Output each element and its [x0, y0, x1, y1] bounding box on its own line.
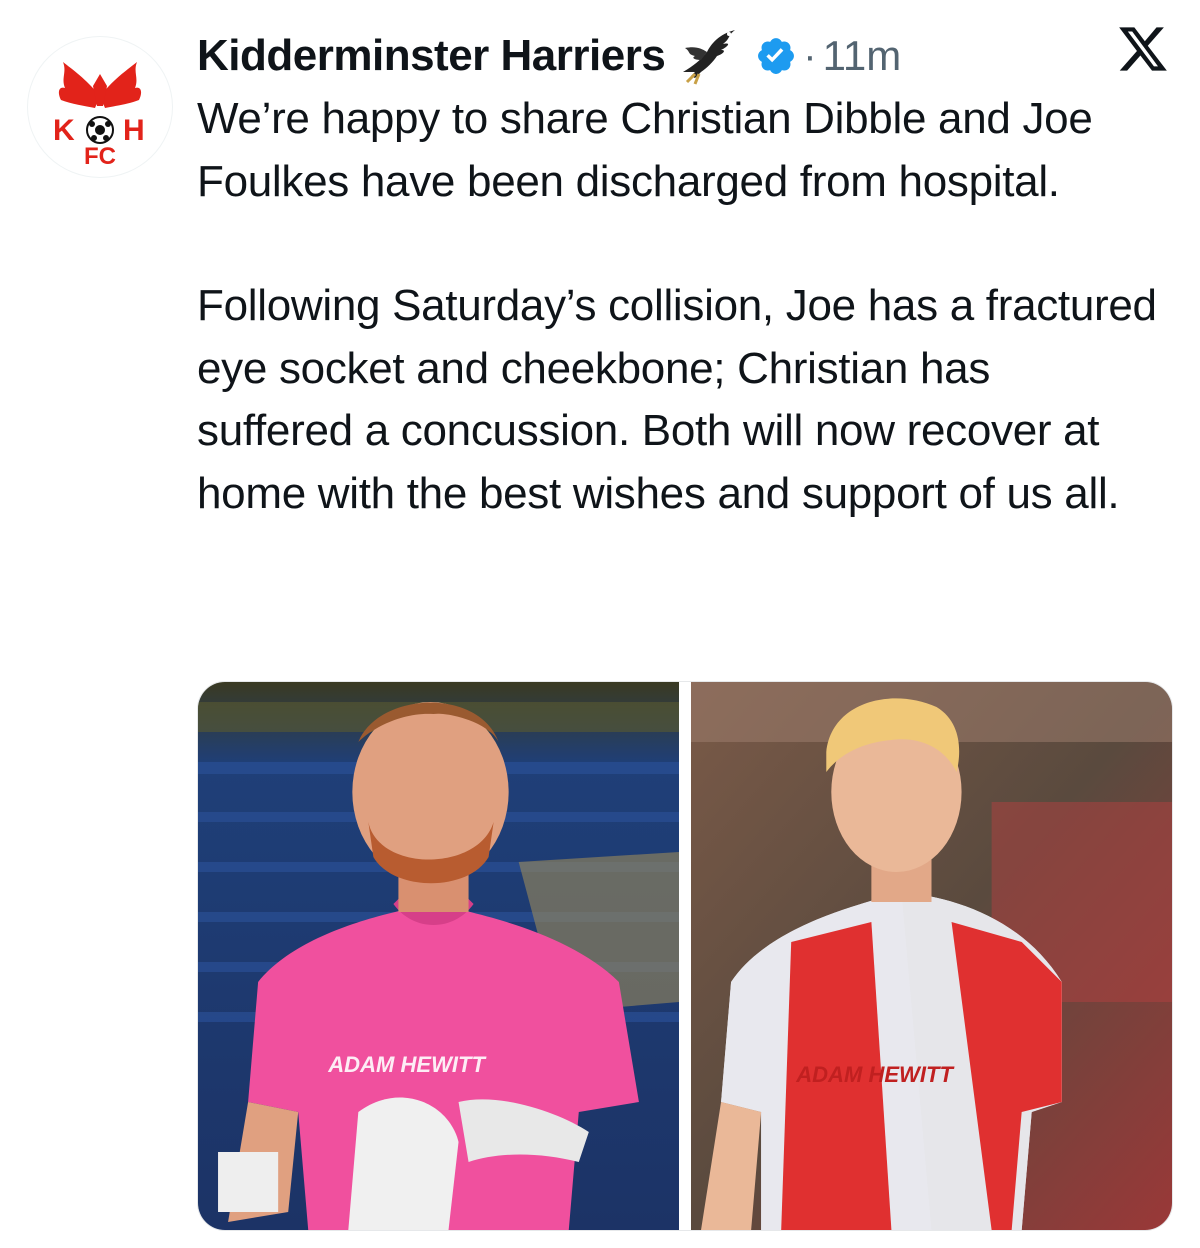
tweet-paragraph: We’re happy to share Christian Dibble an… — [197, 94, 1093, 206]
shirt-sponsor-text: ADAM HEWITT — [327, 1052, 486, 1077]
shirt-sponsor-text: ADAM HEWITT — [795, 1062, 954, 1087]
display-name[interactable]: Kidderminster Harriers — [197, 31, 666, 81]
x-logo-icon[interactable] — [1116, 22, 1170, 76]
tweet-header: Kidderminster Harriers · 11m — [197, 26, 1170, 86]
crest-fc: FC — [84, 143, 116, 166]
tweet-media: ADAM HEWITT ADAM HEWITT — [197, 681, 1173, 1231]
separator-dot: · — [803, 33, 817, 78]
crest-letter-k: K — [53, 114, 75, 147]
avatar[interactable]: K H FC — [27, 36, 173, 178]
club-crest-icon: K H FC — [53, 62, 145, 166]
crest-letter-h: H — [123, 114, 145, 147]
timestamp[interactable]: 11m — [823, 32, 902, 80]
outfield-player-photo[interactable]: ADAM HEWITT — [691, 682, 1172, 1230]
eagle-icon — [677, 26, 741, 86]
verified-badge-icon — [755, 35, 797, 77]
tweet-paragraph: Following Saturday’s collision, Joe has … — [197, 281, 1157, 518]
goalkeeper-photo[interactable]: ADAM HEWITT — [198, 682, 679, 1230]
tweet-text: We’re happy to share Christian Dibble an… — [197, 88, 1157, 525]
